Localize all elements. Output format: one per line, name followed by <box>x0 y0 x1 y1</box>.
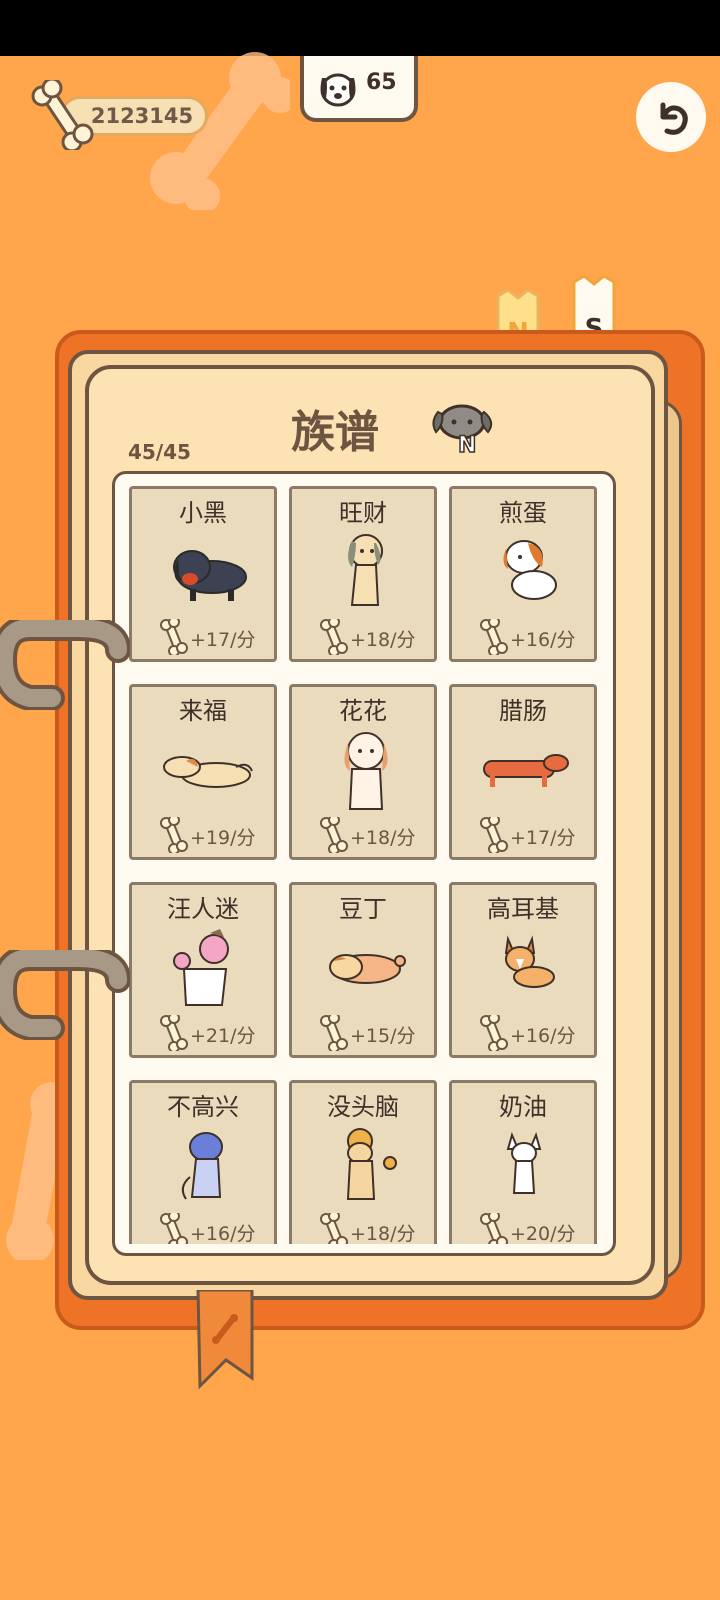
dog-rate: +15/分 <box>350 1025 416 1047</box>
dog-card[interactable]: 花花 +18/分 <box>289 684 437 860</box>
dog-rate: +16/分 <box>510 629 576 651</box>
bone-icon <box>320 1213 348 1244</box>
dog-card[interactable]: 腊肠 +17/分 <box>449 684 597 860</box>
dog-card[interactable]: 没头脑 +18/分 <box>289 1080 437 1244</box>
dog-card[interactable]: 小黑 +17/分 <box>129 486 277 662</box>
dog-grid: 小黑 +17/分 旺财 +18/分 煎蛋 +16/分 来福 +19/分 花花 +… <box>123 482 605 1244</box>
dog-name: 旺财 <box>339 499 387 527</box>
bone-icon <box>320 1015 348 1051</box>
dog-rate: +18/分 <box>350 1223 416 1244</box>
bone-icon <box>160 817 188 853</box>
dog-card[interactable]: 汪人迷 +21/分 <box>129 882 277 1058</box>
lying-tan-dog-icon <box>163 756 253 788</box>
n-rank-dog-icon: N <box>432 404 493 456</box>
bone-icon <box>160 1015 188 1051</box>
bookmark-ribbon <box>196 1290 254 1390</box>
dog-rate: +18/分 <box>350 827 416 849</box>
dog-rate: +17/分 <box>510 827 576 849</box>
dog-card[interactable]: 奶油 +20/分 <box>449 1080 597 1244</box>
dog-card[interactable]: 来福 +19/分 <box>129 684 277 860</box>
dog-name: 来福 <box>179 697 227 725</box>
bone-icon <box>320 619 348 655</box>
dog-name: 腊肠 <box>499 697 547 725</box>
bone-icon <box>480 619 508 655</box>
dog-count: 65 <box>366 70 397 95</box>
bone-icon <box>480 1213 508 1244</box>
dog-rate: +18/分 <box>350 629 416 651</box>
dog-name: 汪人迷 <box>167 895 239 923</box>
dog-name: 不高兴 <box>167 1093 239 1121</box>
dog-card[interactable]: 高耳基 +16/分 <box>449 882 597 1058</box>
bone-balance: 2123145 <box>90 104 194 128</box>
dog-name: 高耳基 <box>487 895 559 923</box>
undo-arrow-icon <box>660 102 688 135</box>
beige-hound-icon <box>348 534 383 606</box>
dog-rate: +16/分 <box>510 1025 576 1047</box>
bone-icon <box>160 1213 188 1244</box>
chihuahua-icon <box>506 1132 542 1194</box>
pink-poodle-icon <box>173 929 229 1006</box>
bone-icon <box>480 1015 508 1051</box>
dog-collection-panel: 小黑 +17/分 旺财 +18/分 煎蛋 +16/分 来福 +19/分 花花 +… <box>112 471 616 1256</box>
bone-icon <box>160 619 188 655</box>
sleeping-pug-icon <box>329 954 406 984</box>
dog-card[interactable]: 煎蛋 +16/分 <box>449 486 597 662</box>
bone-currency-icon <box>31 80 94 150</box>
collection-count: 45/45 <box>128 440 191 464</box>
bone-icon <box>320 817 348 853</box>
svg-text:N: N <box>458 433 476 456</box>
red-dachshund-icon <box>483 754 569 787</box>
dog-name: 没头脑 <box>327 1093 399 1121</box>
page-title: 族谱 <box>291 407 379 458</box>
bone-icon <box>480 817 508 853</box>
sitting-spaniel-icon <box>344 732 388 810</box>
dog-name: 花花 <box>339 697 387 725</box>
dog-name: 小黑 <box>179 499 227 527</box>
dog-count-badge: 65 <box>300 56 418 122</box>
spotted-beagle-icon <box>503 540 557 600</box>
dog-rate: +19/分 <box>190 827 256 849</box>
dog-rate: +20/分 <box>510 1223 576 1244</box>
dog-name: 奶油 <box>499 1093 547 1121</box>
binder-ring-icon <box>0 620 130 710</box>
dog-rate: +16/分 <box>190 1223 256 1244</box>
black-dachshund-icon <box>173 550 247 601</box>
curly-yellow-dog-icon <box>346 1128 397 1200</box>
dog-rate: +17/分 <box>190 629 256 651</box>
dog-name: 煎蛋 <box>499 499 547 527</box>
dog-card[interactable]: 豆丁 +15/分 <box>289 882 437 1058</box>
blue-dog-icon <box>181 1132 223 1200</box>
dog-card[interactable]: 旺财 +18/分 <box>289 486 437 662</box>
dog-face-icon <box>320 73 356 107</box>
corgi-icon <box>504 935 555 988</box>
dog-name: 豆丁 <box>339 895 387 923</box>
back-button[interactable] <box>636 82 706 152</box>
binder-ring-icon-2 <box>0 950 130 1040</box>
status-bar <box>0 0 720 56</box>
dog-rate: +21/分 <box>190 1025 256 1047</box>
dog-card[interactable]: 不高兴 +16/分 <box>129 1080 277 1244</box>
